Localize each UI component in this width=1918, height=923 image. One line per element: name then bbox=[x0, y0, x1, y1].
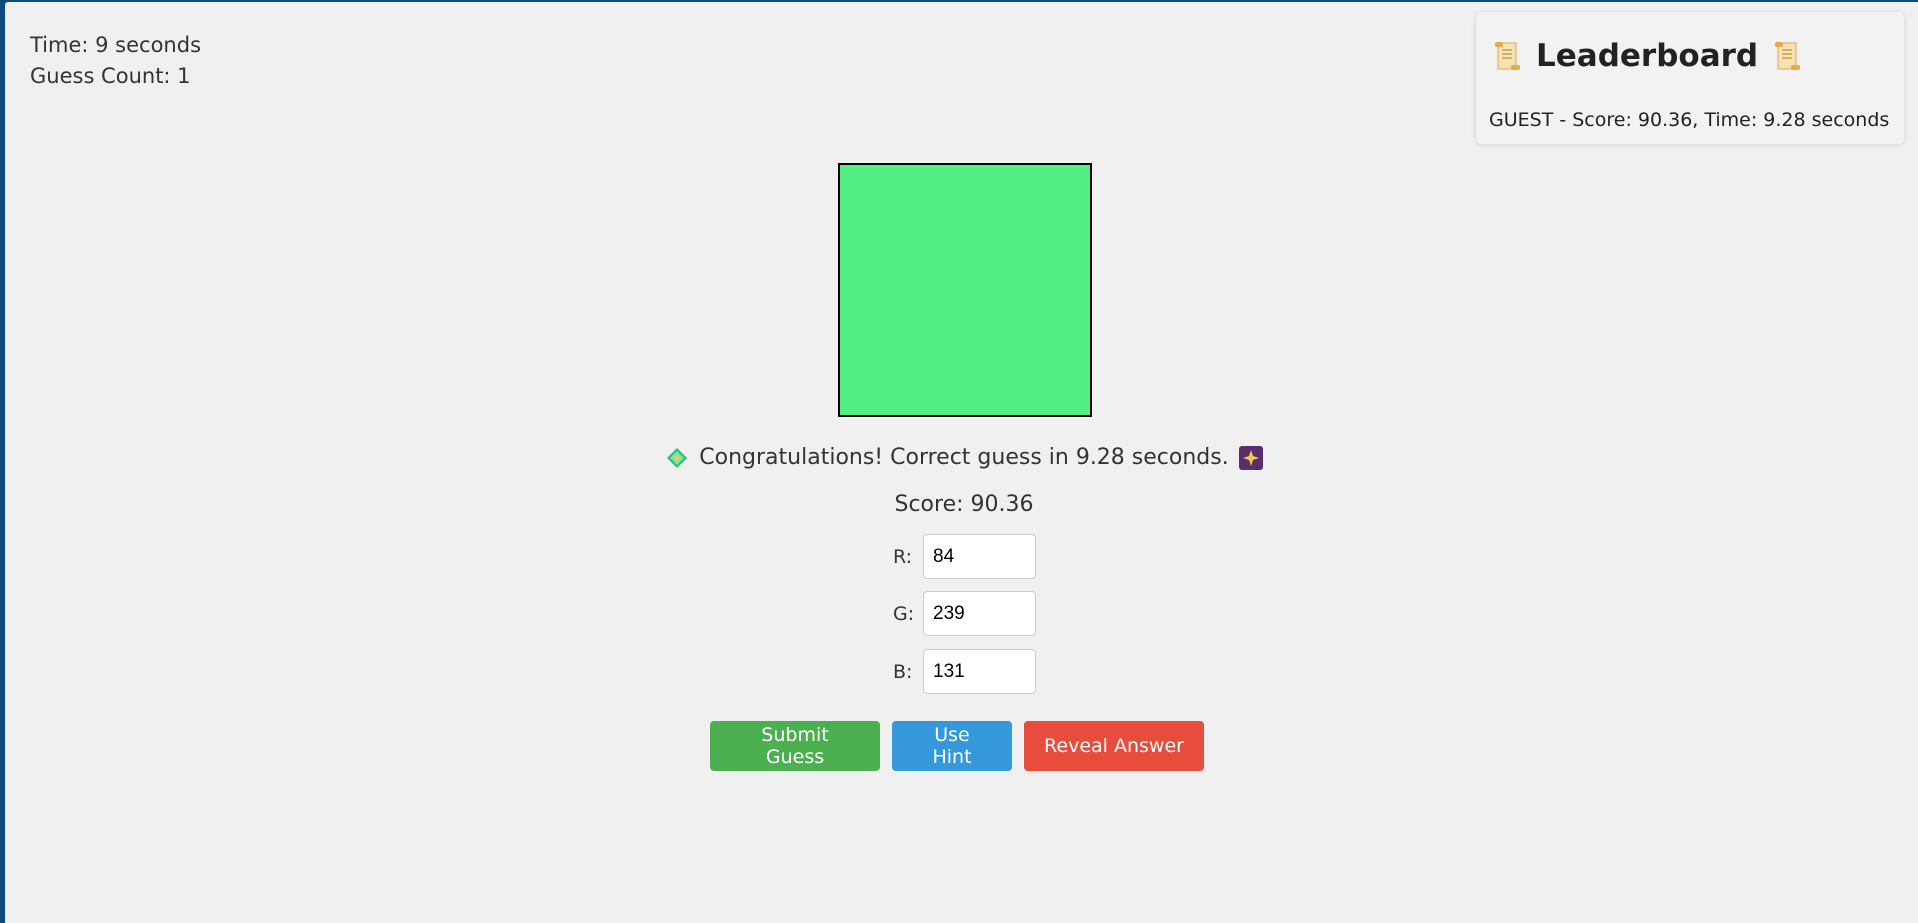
submit-guess-button[interactable]: Submit Guess bbox=[710, 721, 880, 771]
green-label: G: bbox=[893, 602, 915, 625]
blue-input[interactable] bbox=[923, 649, 1036, 694]
target-color-swatch bbox=[838, 163, 1092, 417]
timer-text: Time: 9 seconds bbox=[30, 33, 202, 57]
leaderboard-title: Leaderboard bbox=[1536, 38, 1759, 74]
guess-count-text: Guess Count: 1 bbox=[30, 64, 191, 88]
red-label: R: bbox=[893, 545, 913, 568]
leaderboard-panel: Leaderboard GUEST - Score: 90.36, Time: … bbox=[1476, 12, 1904, 144]
result-text: Congratulations! Correct guess in 9.28 s… bbox=[699, 445, 1229, 470]
stats-panel: Time: 9 seconds Guess Count: 1 bbox=[30, 30, 201, 92]
red-field-row: R: bbox=[893, 534, 1036, 579]
green-field-row: G: bbox=[893, 591, 1036, 636]
leaderboard-entry: GUEST - Score: 90.36, Time: 9.28 seconds bbox=[1489, 109, 1890, 131]
blue-field-row: B: bbox=[893, 649, 1036, 694]
blue-label: B: bbox=[893, 660, 913, 683]
confetti-icon bbox=[665, 446, 689, 470]
game-window: Time: 9 seconds Guess Count: 1 Leaderboa… bbox=[5, 2, 1918, 923]
score-text: Score: 90.36 bbox=[894, 492, 1034, 517]
scroll-icon bbox=[1772, 40, 1802, 72]
leaderboard-heading: Leaderboard bbox=[1492, 38, 1802, 74]
result-message: Congratulations! Correct guess in 9.28 s… bbox=[5, 445, 1918, 470]
action-buttons: Submit Guess Use Hint Reveal Answer bbox=[710, 721, 1204, 771]
green-input[interactable] bbox=[923, 591, 1036, 636]
sparkle-icon bbox=[1238, 445, 1263, 470]
red-input[interactable] bbox=[923, 534, 1036, 579]
reveal-answer-button[interactable]: Reveal Answer bbox=[1024, 721, 1204, 771]
scroll-icon bbox=[1492, 40, 1522, 72]
use-hint-button[interactable]: Use Hint bbox=[892, 721, 1012, 771]
